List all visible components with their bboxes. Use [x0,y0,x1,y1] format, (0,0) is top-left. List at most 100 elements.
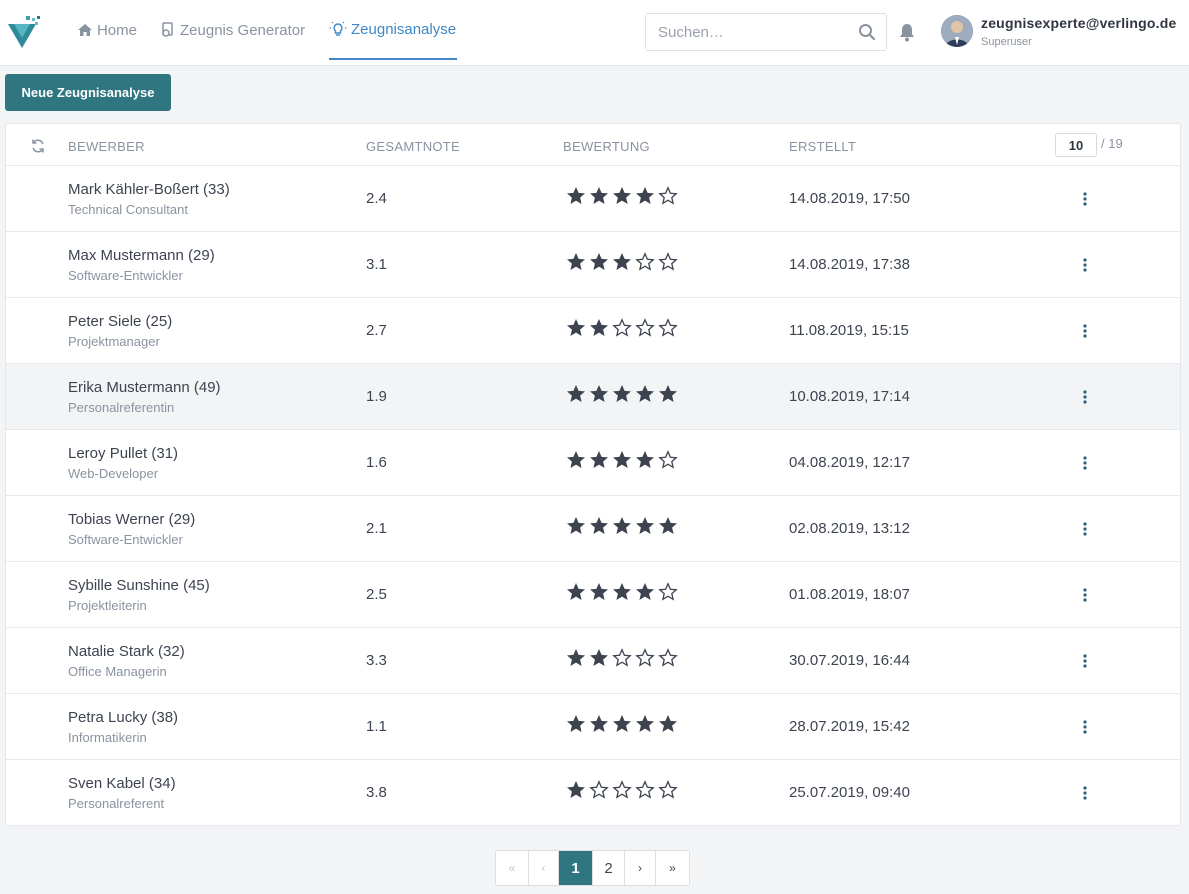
search-input[interactable] [646,14,846,50]
pagination-page-2[interactable]: 2 [593,851,625,885]
star-rating [566,516,681,536]
table-row[interactable]: Tobias Werner (29) Software-Entwickler 2.1… [6,496,1180,562]
applicant-job: Software-Entwickler [68,268,183,283]
star-filled-icon [567,517,585,534]
search-icon[interactable] [858,23,876,41]
new-analysis-button[interactable]: Neue Zeugnisanalyse [5,74,171,111]
top-navbar: Home Zeugnis Generator Zeugnisanalyse ze… [0,0,1189,66]
star-filled-icon [567,451,585,468]
analysis-table: BEWERBER GESAMTNOTE BEWERTUNG ERSTELLT /… [5,123,1181,826]
avatar-image [941,15,973,47]
star-filled-icon [636,187,654,204]
avatar[interactable] [941,15,973,47]
pagination-next[interactable]: › [625,851,656,885]
column-header-created[interactable]: ERSTELLT [789,139,856,154]
star-filled-icon [567,781,585,798]
column-header-applicant[interactable]: BEWERBER [68,139,145,154]
star-filled-icon [613,451,631,468]
table-row[interactable]: Erika Mustermann (49) Personalreferentin 1… [6,364,1180,430]
star-empty-icon [635,648,655,667]
star-filled-icon [659,517,677,534]
star-empty-icon [658,648,678,667]
applicant-name: Leroy Pullet (31) [68,445,179,462]
star-filled-icon [590,715,608,732]
pagination: « ‹ 1 2 › » [495,850,690,886]
refresh-icon[interactable] [30,138,46,154]
star-filled-icon [590,187,608,204]
nav-home[interactable]: Home [77,0,137,60]
lightbulb-icon [329,21,347,36]
star-rating [566,186,681,206]
applicant-job: Web-Developer [68,466,159,481]
created-date: 30.07.2019, 16:44 [789,652,910,669]
star-filled-icon [590,583,608,600]
row-menu-icon[interactable] [1079,586,1091,604]
star-filled-icon [613,385,631,402]
star-filled-icon [567,253,585,270]
nav-zeugnis-generator[interactable]: Zeugnis Generator [160,0,305,60]
table-row[interactable]: Mark Kähler-Boßert (33) Technical Consult… [6,166,1180,232]
per-page-input[interactable] [1055,133,1097,157]
star-rating [566,648,681,668]
star-filled-icon [567,319,585,336]
star-filled-icon [567,715,585,732]
applicant-job: Personalreferentin [68,400,175,415]
star-filled-icon [636,517,654,534]
row-menu-icon[interactable] [1079,190,1091,208]
applicant-name: Sybille Sunshine (45) [68,577,210,594]
star-filled-icon [567,583,585,600]
star-filled-icon [613,517,631,534]
logo-icon[interactable] [6,14,44,50]
pagination-page-1[interactable]: 1 [559,851,593,885]
applicant-name: Peter Siele (25) [68,313,173,330]
table-row[interactable]: Leroy Pullet (31) Web-Developer 1.6 04.08.2… [6,430,1180,496]
user-email[interactable]: zeugnisexperte@verlingo.de [981,15,1176,31]
pagination-last[interactable]: » [656,851,689,885]
total-count: / 19 [1101,136,1123,151]
row-menu-icon[interactable] [1079,454,1091,472]
applicant-job: Technical Consultant [68,202,188,217]
nav-zeugnisanalyse[interactable]: Zeugnisanalyse [329,0,457,60]
overall-grade: 1.9 [366,388,387,405]
user-role: Superuser [981,36,1032,48]
pagination-first[interactable]: « [496,851,529,885]
star-filled-icon [590,385,608,402]
row-menu-icon[interactable] [1079,652,1091,670]
search-box [645,13,887,51]
table-row[interactable]: Petra Lucky (38) Informatikerin 1.1 28.07.2… [6,694,1180,760]
row-menu-icon[interactable] [1079,718,1091,736]
applicant-name: Mark Kähler-Boßert (33) [68,181,230,198]
star-rating [566,714,681,734]
star-filled-icon [636,451,654,468]
star-filled-icon [567,187,585,204]
star-empty-icon [658,186,678,205]
table-row[interactable]: Natalie Stark (32) Office Managerin 3.3 30.… [6,628,1180,694]
row-menu-icon[interactable] [1079,784,1091,802]
star-rating [566,318,681,338]
row-menu-icon[interactable] [1079,388,1091,406]
star-empty-icon [612,318,632,337]
row-menu-icon[interactable] [1079,256,1091,274]
star-filled-icon [613,715,631,732]
table-row[interactable]: Max Mustermann (29) Software-Entwickler 3.… [6,232,1180,298]
table-row[interactable]: Peter Siele (25) Projektmanager 2.7 11.08.2… [6,298,1180,364]
pagination-prev[interactable]: ‹ [529,851,559,885]
star-empty-icon [658,318,678,337]
applicant-name: Max Mustermann (29) [68,247,215,264]
row-menu-icon[interactable] [1079,520,1091,538]
column-header-grade[interactable]: GESAMTNOTE [366,139,460,154]
applicant-name: Petra Lucky (38) [68,709,179,726]
created-date: 11.08.2019, 15:15 [789,322,909,339]
table-row[interactable]: Sven Kabel (34) Personalreferent 3.8 25.07.… [6,760,1180,826]
table-row[interactable]: Sybille Sunshine (45) Projektleiterin 2.5 0… [6,562,1180,628]
home-icon [78,24,92,36]
star-filled-icon [613,583,631,600]
star-empty-icon [635,252,655,271]
column-header-rating[interactable]: BEWERTUNG [563,139,650,154]
star-empty-icon [658,780,678,799]
star-filled-icon [613,187,631,204]
row-menu-icon[interactable] [1079,322,1091,340]
bell-icon[interactable] [898,22,916,42]
star-rating [566,384,681,404]
star-empty-icon [658,450,678,469]
